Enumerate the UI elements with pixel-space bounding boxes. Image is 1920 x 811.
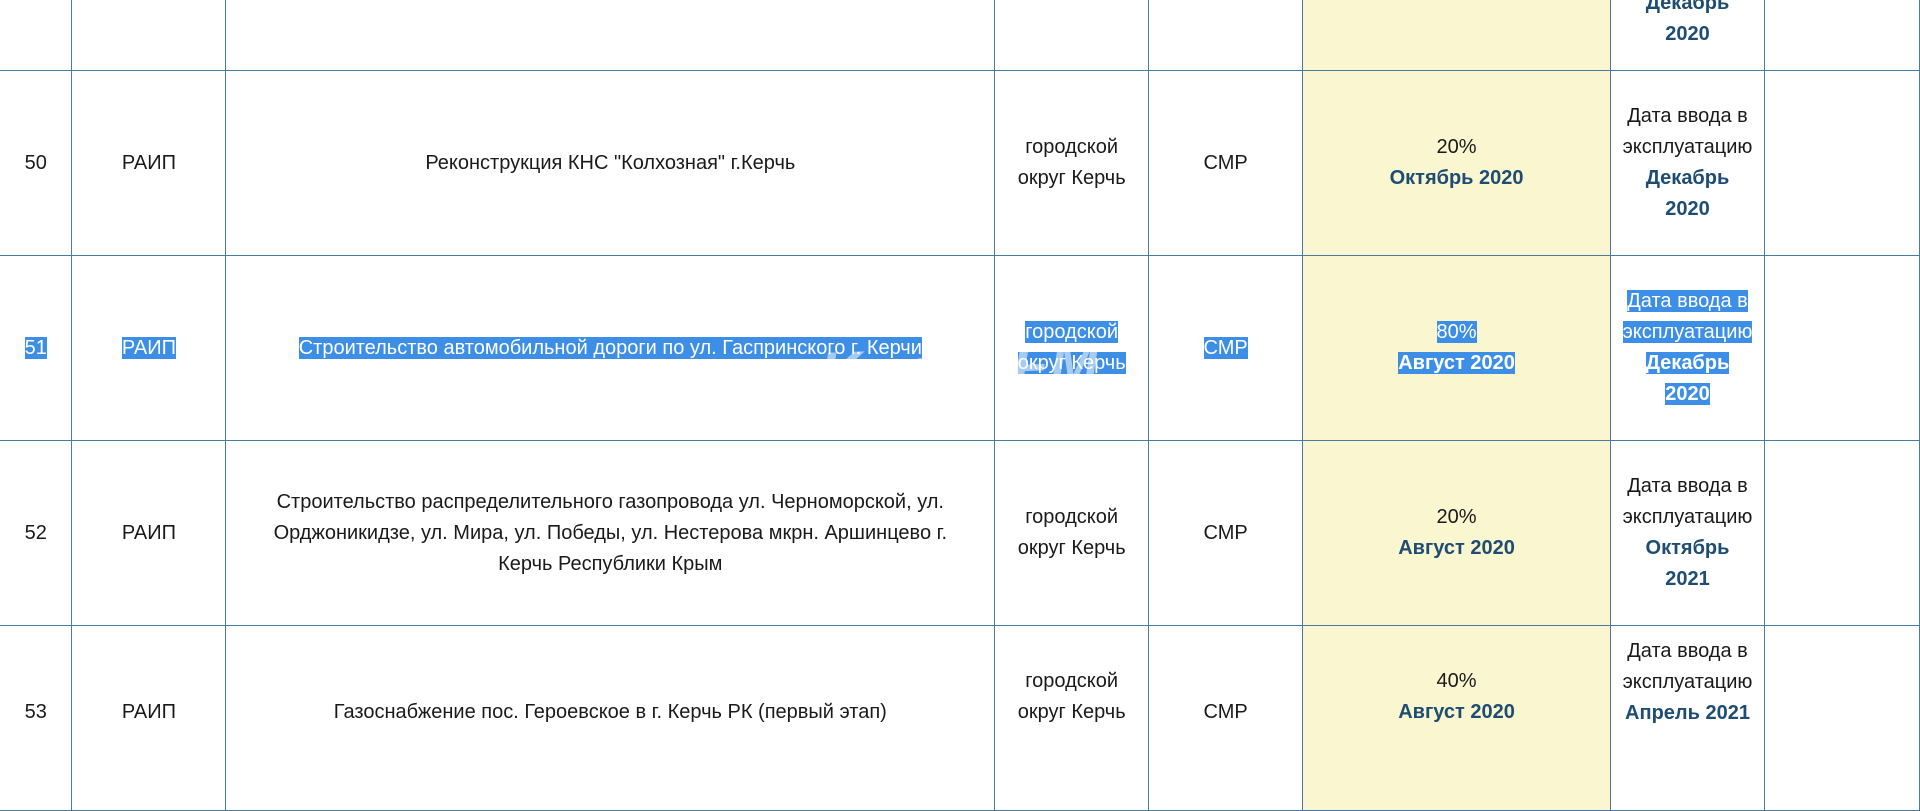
- row-number: 53: [0, 625, 73, 811]
- program-cell: РАИП: [71, 440, 227, 626]
- work-type-cell: СМР: [1148, 255, 1304, 441]
- readiness-cell: 80% Август 2020: [1302, 255, 1612, 441]
- program-cell: РАИП: [71, 625, 227, 811]
- program-cell: РАИП: [71, 70, 227, 256]
- work-type-cell: СМР: [1148, 70, 1304, 256]
- row-number: 51: [0, 255, 73, 441]
- launch-cell: Декабрь 2020: [1610, 0, 1765, 71]
- readiness-cell: 20% Август 2020: [1302, 440, 1612, 626]
- district-cell: городской округ Керчь: [994, 440, 1150, 626]
- object-cell: Строительство распределительного газопро…: [225, 440, 996, 626]
- launch-cell: Дата ввода в эксплуатацию Апрель 2021: [1610, 625, 1765, 811]
- table-row[interactable]: 50 РАИП Реконструкция КНС "Колхозная" г.…: [0, 70, 1920, 256]
- work-type-cell: СМР: [1148, 625, 1304, 811]
- projects-table: Декабрь 2020 50 РАИП Реконструкция КНС "…: [0, 0, 1920, 811]
- object-cell: Реконструкция КНС "Колхозная" г.Керчь: [225, 70, 996, 256]
- table-row[interactable]: 53 РАИП Газоснабжение пос. Героевское в …: [0, 625, 1920, 811]
- district-cell: городской округ Керчь: [994, 255, 1150, 441]
- launch-cell: Дата ввода в эксплуатацию Октябрь 2021: [1610, 440, 1765, 626]
- table-row-selected[interactable]: 51 РАИП Строительство автомобильной доро…: [0, 255, 1920, 441]
- object-cell: Строительство автомобильной дороги по ул…: [225, 255, 996, 441]
- work-type-cell: СМР: [1148, 440, 1304, 626]
- object-cell: Газоснабжение пос. Героевское в г. Керчь…: [225, 625, 996, 811]
- row-number: 52: [0, 440, 73, 626]
- table-row[interactable]: 52 РАИП Строительство распределительного…: [0, 440, 1920, 626]
- district-cell: городской округ Керчь: [994, 70, 1150, 256]
- program-cell: РАИП: [71, 255, 227, 441]
- readiness-cell: 40% Август 2020: [1302, 625, 1612, 811]
- launch-cell: Дата ввода в эксплуатацию Декабрь 2020: [1610, 70, 1765, 256]
- launch-cell: Дата ввода в эксплуатацию Декабрь 2020: [1610, 255, 1765, 441]
- table-row: Декабрь 2020: [0, 0, 1920, 71]
- row-number: 50: [0, 70, 73, 256]
- district-cell: городской округ Керчь: [994, 625, 1150, 811]
- readiness-cell: 20% Октябрь 2020: [1302, 70, 1612, 256]
